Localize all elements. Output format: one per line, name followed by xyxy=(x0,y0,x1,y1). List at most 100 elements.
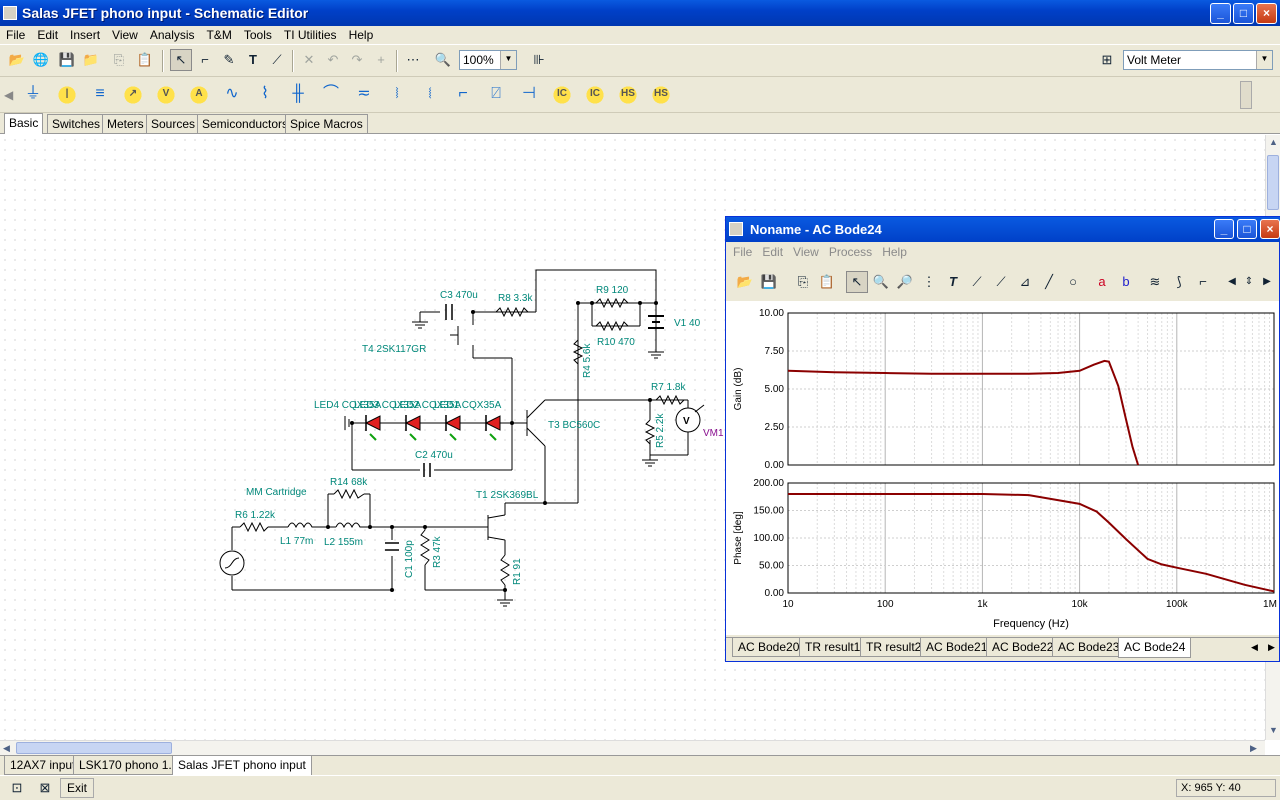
label-r10[interactable]: R10 470 xyxy=(597,337,635,348)
open-icon[interactable]: 📁 xyxy=(80,49,102,71)
instrument-select[interactable]: Volt Meter ▼ xyxy=(1123,50,1273,70)
wire-tool-icon[interactable]: ⌐ xyxy=(194,49,216,71)
bode-zoom-in-icon[interactable]: 🔍 xyxy=(870,271,892,293)
bode-tab-acbode21[interactable]: AC Bode21 xyxy=(920,638,994,657)
label-mm-cartridge[interactable]: MM Cartridge xyxy=(246,487,307,498)
tab-spice-macros[interactable]: Spice Macros xyxy=(285,114,368,133)
grid-icon[interactable]: ⋯ xyxy=(402,49,424,71)
doc-tab-salas[interactable]: Salas JFET phono input xyxy=(172,756,312,776)
scroll-right-icon[interactable]: ▶ xyxy=(1250,743,1257,754)
bode-zoom-100-icon[interactable]: 🔎 xyxy=(894,271,916,293)
hs2-icon[interactable]: HS xyxy=(646,80,676,110)
doc-tab-lsk170[interactable]: LSK170 phono 1.1 xyxy=(73,756,185,775)
bode-window[interactable]: Noname - AC Bode24 _ □ × File Edit View Pro… xyxy=(725,216,1280,662)
scroll-left-icon[interactable]: ◀ xyxy=(4,81,14,109)
bode-tab-acbode20[interactable]: AC Bode20 xyxy=(732,638,806,657)
label-l1[interactable]: L1 77m xyxy=(280,536,313,547)
bode-text-icon[interactable]: T xyxy=(942,271,964,293)
open-folder-icon[interactable]: 📂 xyxy=(6,49,28,71)
bode-cursor-b-icon[interactable]: b xyxy=(1115,271,1137,293)
label-led1[interactable]: LED1 CQX35A xyxy=(434,400,502,411)
label-c3[interactable]: C3 470u xyxy=(440,290,478,301)
menu-help[interactable]: Help xyxy=(343,26,380,42)
menu-file[interactable]: File xyxy=(0,26,31,42)
capacitor-icon[interactable]: ╫ xyxy=(283,80,313,110)
bode-grid-icon[interactable]: ⋮ xyxy=(918,271,940,293)
bode-tab-left-icon[interactable]: ◀ xyxy=(1251,642,1258,653)
menu-tools[interactable]: Tools xyxy=(238,26,278,42)
label-r3[interactable]: R3 47k xyxy=(432,535,443,568)
menu-view[interactable]: View xyxy=(106,26,144,42)
delete-icon[interactable]: ✕ xyxy=(298,49,320,71)
zoom-select[interactable]: 100% ▼ xyxy=(459,50,517,70)
potentiometer-icon[interactable]: ⌇ xyxy=(250,80,280,110)
bode-menu-edit[interactable]: Edit xyxy=(757,243,788,261)
bode-minimize-button[interactable]: _ xyxy=(1214,219,1234,239)
bode-menu-file[interactable]: File xyxy=(728,243,757,261)
ammeter-icon[interactable]: A xyxy=(184,80,214,110)
close-button[interactable]: × xyxy=(1256,3,1277,24)
save-icon[interactable]: 💾 xyxy=(56,49,78,71)
menu-tm[interactable]: T&M xyxy=(201,26,238,42)
label-r9[interactable]: R9 120 xyxy=(596,285,629,296)
coil-icon[interactable]: ≂ xyxy=(349,80,379,110)
tab-meters[interactable]: Meters xyxy=(102,114,149,133)
bode-menu-help[interactable]: Help xyxy=(877,243,912,261)
transformer2-icon[interactable]: ⧙ xyxy=(415,80,445,110)
bode-line-icon[interactable]: ╱ xyxy=(1038,271,1060,293)
resistor-icon[interactable]: ∿ xyxy=(217,80,247,110)
bode-close-button[interactable]: × xyxy=(1260,219,1280,239)
bode-tab-trresult2[interactable]: TR result2 xyxy=(860,638,928,657)
gain-curve[interactable] xyxy=(787,359,1140,466)
bode-tool1-icon[interactable]: ⟋ xyxy=(966,271,988,293)
minimize-button[interactable]: _ xyxy=(1210,3,1231,24)
label-c1[interactable]: C1 100p xyxy=(404,540,415,578)
current-source-icon[interactable]: ↗ xyxy=(118,80,148,110)
bode-cursor-a-icon[interactable]: a xyxy=(1091,271,1113,293)
bode-tool2-icon[interactable]: ⟋ xyxy=(990,271,1012,293)
label-t3[interactable]: T3 BC560C xyxy=(548,420,600,431)
status-icon-2[interactable]: ⊠ xyxy=(34,777,56,799)
bode-wave-icon[interactable]: ≋ xyxy=(1144,271,1166,293)
vertical-scroll-thumb[interactable] xyxy=(1267,155,1279,210)
bode-circle-icon[interactable]: ○ xyxy=(1062,271,1084,293)
bode-open-icon[interactable]: 📂 xyxy=(734,271,756,293)
copy-icon[interactable]: ⎘ xyxy=(108,49,130,71)
label-r14[interactable]: R14 68k xyxy=(330,477,368,488)
bode-paste-icon[interactable]: 📋 xyxy=(816,271,838,293)
bode-title-bar[interactable]: Noname - AC Bode24 _ □ × xyxy=(726,217,1280,242)
label-r5[interactable]: R5 2.2k xyxy=(655,413,666,448)
transformer-icon[interactable]: ⧘ xyxy=(382,80,412,110)
bode-right-icon[interactable]: ▶ xyxy=(1256,271,1278,293)
doc-tab-12ax7[interactable]: 12AX7 input xyxy=(4,756,82,775)
label-t1[interactable]: T1 2SK369BL xyxy=(476,490,539,501)
diagonal-tool-icon[interactable]: ⟋ xyxy=(266,49,288,71)
ic1-icon[interactable]: IC xyxy=(547,80,577,110)
varistor-icon[interactable]: ⍁ xyxy=(481,80,511,110)
bode-copy-icon[interactable]: ⎘ xyxy=(792,271,814,293)
switch-icon[interactable]: ⌐ xyxy=(448,80,478,110)
bode-select-icon[interactable]: ↖ xyxy=(846,271,868,293)
chevron-down-icon[interactable]: ▼ xyxy=(1256,51,1272,69)
label-r4[interactable]: R4 5.6k xyxy=(582,343,593,378)
toolbar-grip[interactable] xyxy=(1240,81,1252,109)
voltmeter-icon[interactable]: V xyxy=(151,80,181,110)
tab-basic[interactable]: Basic xyxy=(4,113,44,134)
label-v1[interactable]: V1 40 xyxy=(674,318,701,329)
label-r6[interactable]: R6 1.22k xyxy=(235,510,276,521)
bode-probe-icon[interactable]: ⟆ xyxy=(1168,271,1190,293)
chevron-down-icon[interactable]: ▼ xyxy=(500,51,516,69)
inductor-icon[interactable]: ⌒ xyxy=(316,80,346,110)
bode-tab-trresult1[interactable]: TR result1 xyxy=(799,638,867,657)
tab-sources[interactable]: Sources xyxy=(146,114,201,133)
zoom-icon[interactable]: 🔍 xyxy=(432,49,454,71)
menu-analysis[interactable]: Analysis xyxy=(144,26,201,42)
status-icon-1[interactable]: ⊡ xyxy=(6,777,28,799)
label-vm1[interactable]: VM1 xyxy=(703,428,724,439)
scroll-left-icon[interactable]: ◀ xyxy=(3,743,10,754)
bode-menu-view[interactable]: View xyxy=(788,243,824,261)
label-r1[interactable]: R1 91 xyxy=(512,558,523,585)
horizontal-scrollbar[interactable]: ◀ ▶ xyxy=(0,740,1265,755)
bode-maximize-button[interactable]: □ xyxy=(1237,219,1257,239)
vsource-icon[interactable]: ≡ xyxy=(85,80,115,110)
